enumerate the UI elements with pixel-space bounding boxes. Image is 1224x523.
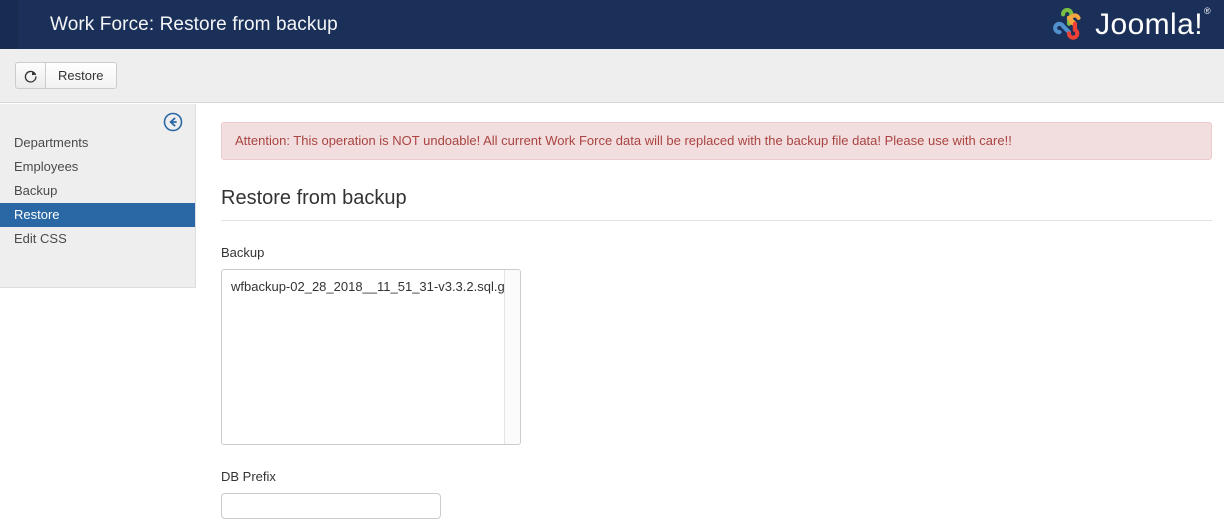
restore-button-group[interactable]: Restore — [15, 62, 117, 89]
header-left-edge — [0, 0, 18, 49]
sidebar-item-restore[interactable]: Restore — [0, 203, 195, 227]
circle-arrow-left-icon — [163, 112, 183, 132]
joomla-brand: Joomla!® — [1020, 5, 1211, 45]
sidebar-item-edit-css[interactable]: Edit CSS — [0, 227, 195, 251]
registered-mark: ® — [1203, 6, 1211, 16]
app-header: Work Force: Restore from backup Joomla!® — [0, 0, 1224, 49]
redo-arrow-glyph — [24, 70, 37, 83]
backup-field-label: Backup — [221, 245, 265, 260]
backup-field-group: Backup wfbackup-02_28_2018__11_51_31-v3.… — [221, 245, 1212, 445]
sidebar-item-departments[interactable]: Departments — [0, 131, 195, 155]
joomla-logo-icon — [1053, 7, 1081, 40]
redo-arrow-icon[interactable] — [15, 62, 45, 89]
db-prefix-field-group: DB Prefix — [221, 469, 1212, 519]
brand-name: Joomla!® — [1095, 6, 1211, 41]
db-prefix-input[interactable] — [221, 493, 441, 519]
page-title: Work Force: Restore from backup — [50, 14, 338, 35]
db-prefix-field-label: DB Prefix — [221, 469, 276, 484]
backup-option-item[interactable]: wfbackup-02_28_2018__11_51_31-v3.3.2.sql… — [231, 279, 511, 295]
backup-select-listbox[interactable]: wfbackup-02_28_2018__11_51_31-v3.3.2.sql… — [221, 269, 521, 445]
listbox-scrollbar[interactable] — [504, 270, 520, 444]
sidebar-item-employees[interactable]: Employees — [0, 155, 195, 179]
toolbar: Restore — [0, 49, 1224, 103]
sidebar-item-backup[interactable]: Backup — [0, 179, 195, 203]
warning-alert: Attention: This operation is NOT undoabl… — [221, 122, 1212, 160]
restore-button[interactable]: Restore — [45, 62, 117, 89]
main-content: Attention: This operation is NOT undoabl… — [221, 104, 1212, 519]
collapse-sidebar-button[interactable] — [162, 111, 184, 133]
content-heading: Restore from backup — [221, 186, 1212, 221]
sidebar: Departments Employees Backup Restore Edi… — [0, 104, 196, 288]
sidebar-nav: Departments Employees Backup Restore Edi… — [0, 131, 195, 251]
